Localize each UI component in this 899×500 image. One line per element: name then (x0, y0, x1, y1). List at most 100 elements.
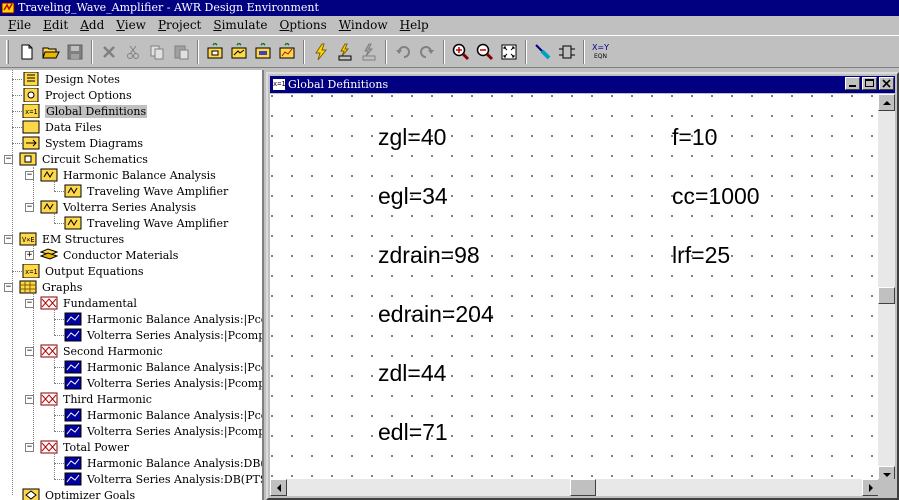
zoom-out-icon[interactable] (473, 40, 496, 63)
add-graph-icon[interactable] (275, 40, 298, 63)
open-folder-icon[interactable] (39, 40, 62, 63)
tree-item-volterra-twa[interactable]: Traveling Wave Amplifier (64, 215, 228, 231)
collapse-toggle[interactable]: − (25, 394, 34, 404)
tree-item-project-options[interactable]: Project Options (22, 87, 132, 103)
collapse-toggle[interactable]: − (25, 442, 34, 452)
menu-window[interactable]: Window (333, 16, 394, 34)
minimize-button[interactable] (845, 77, 860, 90)
tree-item-third-vs[interactable]: Volterra Series Analysis:|PcompSP[P (64, 423, 262, 439)
menu-project[interactable]: Project (152, 16, 207, 34)
tree-item-optimizer-goals[interactable]: Optimizer Goals (22, 487, 135, 500)
tree-item-second-harmonic[interactable]: − Second Harmonic (25, 343, 163, 359)
close-button[interactable] (879, 77, 894, 90)
zoom-in-icon[interactable] (449, 40, 472, 63)
collapse-toggle[interactable]: − (4, 282, 13, 292)
menu-edit[interactable]: Edit (37, 16, 74, 34)
tree-item-circuit-schematics[interactable]: − Circuit Schematics (4, 151, 148, 167)
tree-item-graphs[interactable]: − Graphs (4, 279, 82, 295)
tree-item-volterra-analysis[interactable]: − Volterra Series Analysis (25, 199, 196, 215)
tree-item-total-hb[interactable]: Harmonic Balance Analysis:DB(PT: (64, 455, 264, 471)
equation-zdrain[interactable]: zdrain=98 (378, 242, 480, 269)
equation-cc[interactable]: cc=1000 (672, 183, 760, 210)
equation-zdl[interactable]: zdl=44 (378, 360, 446, 387)
equation-edl[interactable]: edl=71 (378, 419, 448, 446)
menu-help[interactable]: Help (394, 16, 435, 34)
tree-item-total-vs[interactable]: Volterra Series Analysis:DB(PTSP[P (64, 471, 262, 487)
add-schematic-icon[interactable] (203, 40, 226, 63)
vertical-scrollbar[interactable] (878, 94, 895, 483)
optimize-icon[interactable] (357, 40, 380, 63)
menu-add[interactable]: Add (74, 16, 110, 34)
collapse-toggle[interactable]: − (4, 154, 13, 164)
tree-item-hb-twa[interactable]: Traveling Wave Amplifier (64, 183, 228, 199)
svg-text:x=1: x=1 (25, 108, 38, 116)
tree-item-design-notes[interactable]: Design Notes (22, 71, 120, 87)
simulate-icon[interactable] (309, 40, 332, 63)
maximize-button[interactable] (862, 77, 877, 90)
tree-item-fund-vs[interactable]: Volterra Series Analysis:|PcompSP[P (64, 327, 262, 343)
cut-icon[interactable] (121, 40, 144, 63)
tree-item-third-hb[interactable]: Harmonic Balance Analysis:|Pcomp (64, 407, 262, 423)
collapse-toggle[interactable]: − (25, 170, 34, 180)
awr-app-icon[interactable] (1, 1, 15, 15)
tree-item-em-structures[interactable]: − V×E EM Structures (4, 231, 124, 247)
add-equation-icon[interactable]: X=Y EQN (589, 40, 612, 63)
menu-options[interactable]: Options (273, 16, 332, 34)
equation-f[interactable]: f=10 (672, 124, 717, 151)
toolbar-grip[interactable] (6, 39, 9, 64)
expand-toggle[interactable]: + (25, 250, 34, 260)
ports-icon[interactable] (555, 40, 578, 63)
tree-item-fundamental[interactable]: − Fundamental (25, 295, 137, 311)
tree-item-second-hb[interactable]: Harmonic Balance Analysis:|Pcomp (64, 359, 262, 375)
scroll-right-button[interactable] (862, 479, 879, 496)
tree-item-output-equations[interactable]: x=1 Output Equations (22, 263, 144, 279)
tree-item-fund-hb[interactable]: Harmonic Balance Analysis:|Pcomp (64, 311, 262, 327)
horizontal-scrollbar[interactable] (270, 479, 879, 496)
graph-icon (40, 296, 58, 310)
tree-item-third-harmonic[interactable]: − Third Harmonic (25, 391, 152, 407)
tree-item-global-definitions[interactable]: x=1 Global Definitions (22, 103, 148, 119)
scroll-left-button[interactable] (270, 479, 287, 496)
copy-icon[interactable] (145, 40, 168, 63)
tree-item-label: Harmonic Balance Analysis (63, 168, 216, 182)
menu-file[interactable]: File (2, 16, 37, 34)
delete-icon[interactable] (97, 40, 120, 63)
tree-item-hb-analysis[interactable]: − Harmonic Balance Analysis (25, 167, 216, 183)
tree-item-label: System Diagrams (45, 136, 144, 150)
add-em-structure-icon[interactable] (251, 40, 274, 63)
equation-canvas[interactable]: zgl=40 egl=34 zdrain=98 edrain=204 zdl=4… (270, 94, 879, 483)
menu-view[interactable]: View (110, 16, 152, 34)
collapse-toggle[interactable]: − (25, 346, 34, 356)
equation-edrain[interactable]: edrain=204 (378, 301, 494, 328)
add-system-diagram-icon[interactable] (227, 40, 250, 63)
equation-doc-icon[interactable]: x=1 (273, 79, 286, 90)
zoom-fit-icon[interactable] (497, 40, 520, 63)
save-icon[interactable] (63, 40, 86, 63)
probe-icon[interactable] (531, 40, 554, 63)
equation-zgl[interactable]: zgl=40 (378, 124, 446, 151)
vertical-scroll-thumb[interactable] (878, 287, 895, 304)
tree-item-label: Fundamental (63, 296, 137, 310)
collapse-toggle[interactable]: − (4, 234, 13, 244)
tree-item-system-diagrams[interactable]: System Diagrams (22, 135, 143, 151)
paste-icon[interactable] (169, 40, 192, 63)
tree-item-second-vs[interactable]: Volterra Series Analysis:|PcompSP[P (64, 375, 262, 391)
collapse-toggle[interactable]: − (25, 202, 34, 212)
tree-item-conductor-materials[interactable]: + Conductor Materials (25, 247, 178, 263)
menu-simulate[interactable]: Simulate (207, 16, 273, 34)
scrollbar-corner (878, 479, 895, 496)
horizontal-scroll-thumb[interactable] (570, 479, 596, 496)
equation-egl[interactable]: egl=34 (378, 183, 448, 210)
redo-icon[interactable] (415, 40, 438, 63)
tune-icon[interactable] (333, 40, 356, 63)
tree-item-total-power[interactable]: − Total Power (25, 439, 129, 455)
undo-icon[interactable] (391, 40, 414, 63)
schematic-folder-icon (19, 152, 37, 166)
document-title-bar[interactable]: x=1 Global Definitions (270, 76, 895, 93)
tree-item-data-files[interactable]: Data Files (22, 119, 102, 135)
equation-lrf[interactable]: lrf=25 (672, 242, 730, 269)
new-file-icon[interactable] (15, 40, 38, 63)
collapse-toggle[interactable]: − (25, 298, 34, 308)
scroll-up-button[interactable] (878, 94, 895, 111)
tree-item-label: Harmonic Balance Analysis:DB(PT: (87, 456, 264, 470)
